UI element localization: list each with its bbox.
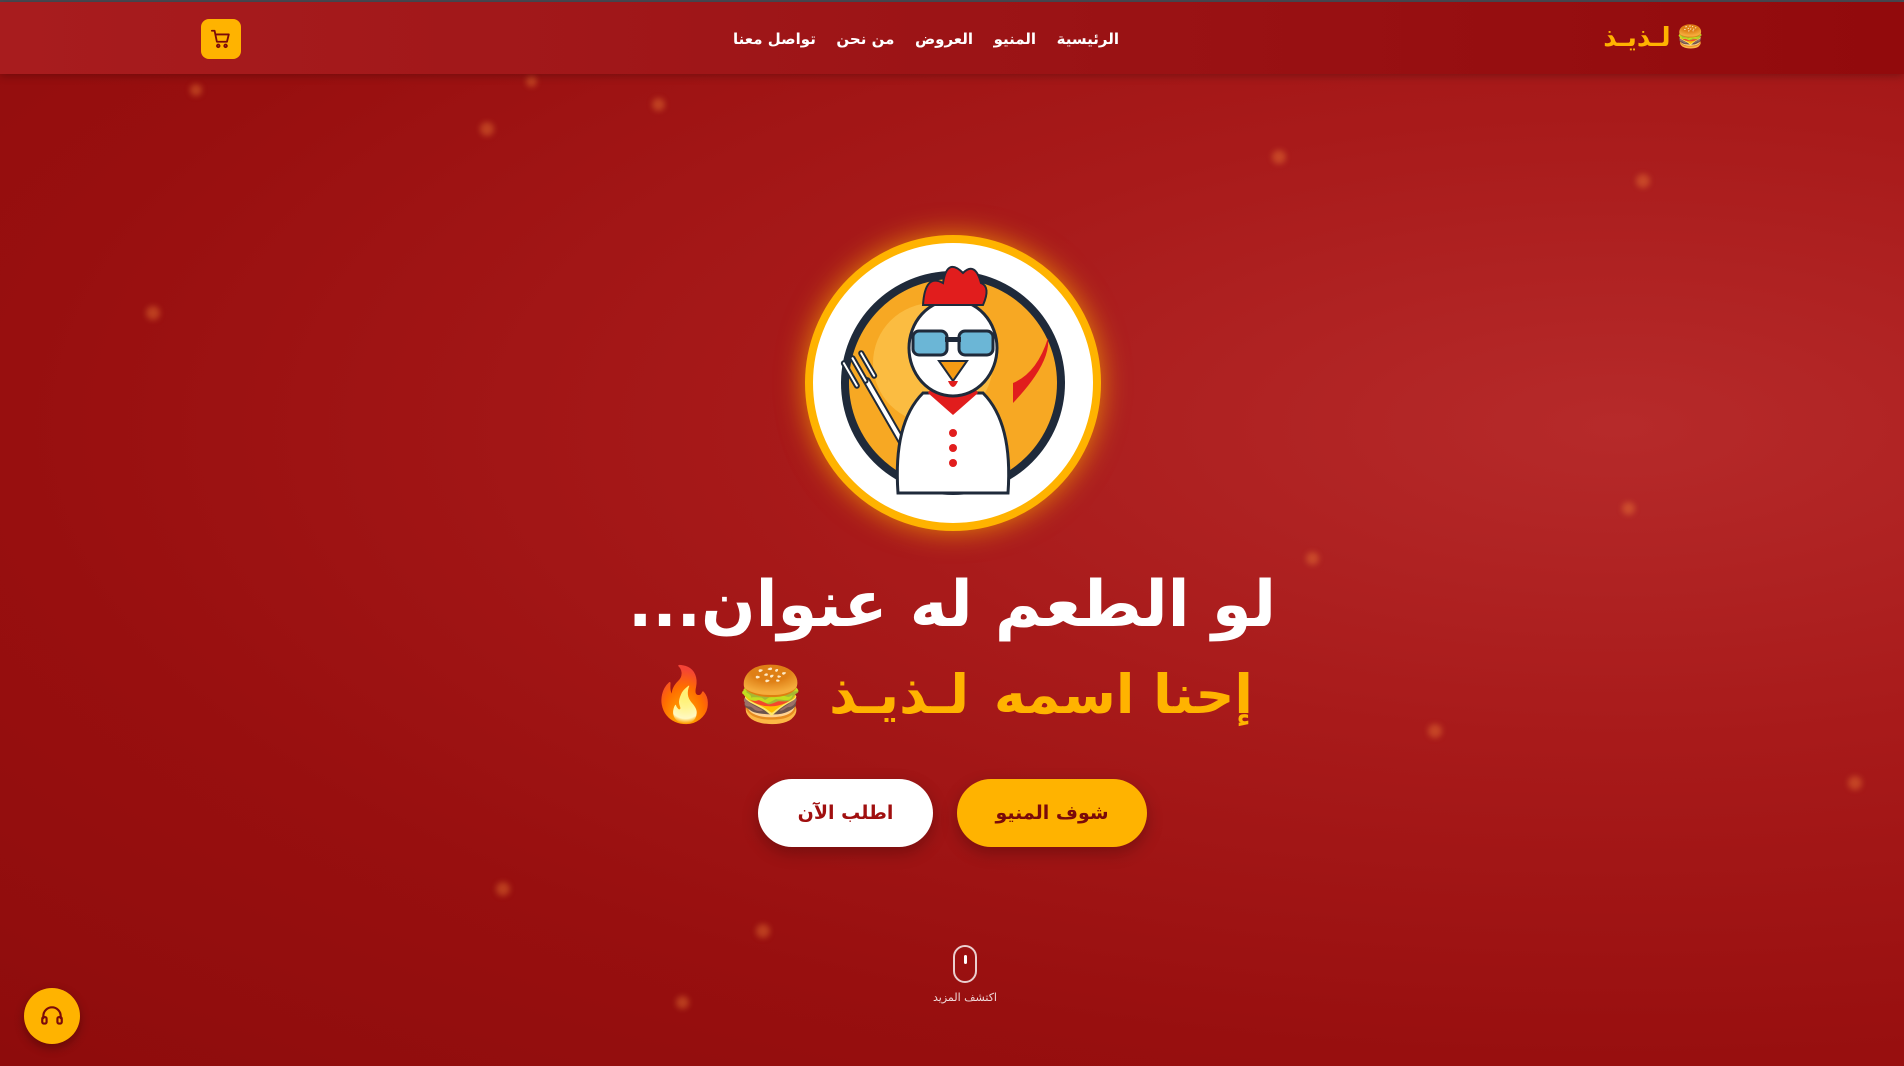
nav-link-home[interactable]: الرئيسية	[1057, 30, 1119, 48]
chicken-mascot-icon	[825, 255, 1081, 511]
support-chat-button[interactable]	[24, 988, 80, 1044]
scroll-label: اكتشف المزيد	[933, 991, 997, 1004]
subline-brand: لـذيـذ	[829, 663, 969, 726]
brand-name: لـذيـذ	[1603, 23, 1671, 53]
subline-emojis: 🍔 🔥	[651, 663, 805, 726]
view-menu-button[interactable]: شوف المنيو	[957, 779, 1147, 847]
nav-link-menu[interactable]: المنيو	[994, 30, 1036, 48]
cart-button[interactable]	[201, 19, 241, 59]
brand-logo[interactable]: 🍔 لـذيـذ	[1603, 20, 1704, 56]
cart-icon	[210, 29, 230, 49]
order-now-button[interactable]: اطلب الآن	[758, 779, 933, 847]
hero-subline: إحنا اسمه لـذيـذ 🍔 🔥	[560, 655, 1344, 735]
nav-link-contact[interactable]: تواصل معنا	[733, 30, 816, 48]
main-nav: الرئيسية المنيو العروض من نحن تواصل معنا	[733, 26, 1119, 52]
hero-headline: لو الطعم له عنوان...	[628, 568, 1276, 642]
mouse-scroll-icon	[953, 945, 977, 983]
top-navbar: 🍔 لـذيـذ الرئيسية المنيو العروض من نحن ت…	[0, 2, 1904, 74]
nav-link-offers[interactable]: العروض	[915, 30, 973, 48]
burger-icon: 🍔	[1676, 25, 1704, 50]
nav-link-about[interactable]: من نحن	[836, 30, 894, 48]
scroll-indicator[interactable]: اكتشف المزيد	[933, 945, 997, 1005]
subline-prefix: إحنا اسمه	[993, 663, 1253, 726]
hero-mascot-logo	[805, 235, 1101, 531]
headset-icon	[41, 1006, 63, 1025]
